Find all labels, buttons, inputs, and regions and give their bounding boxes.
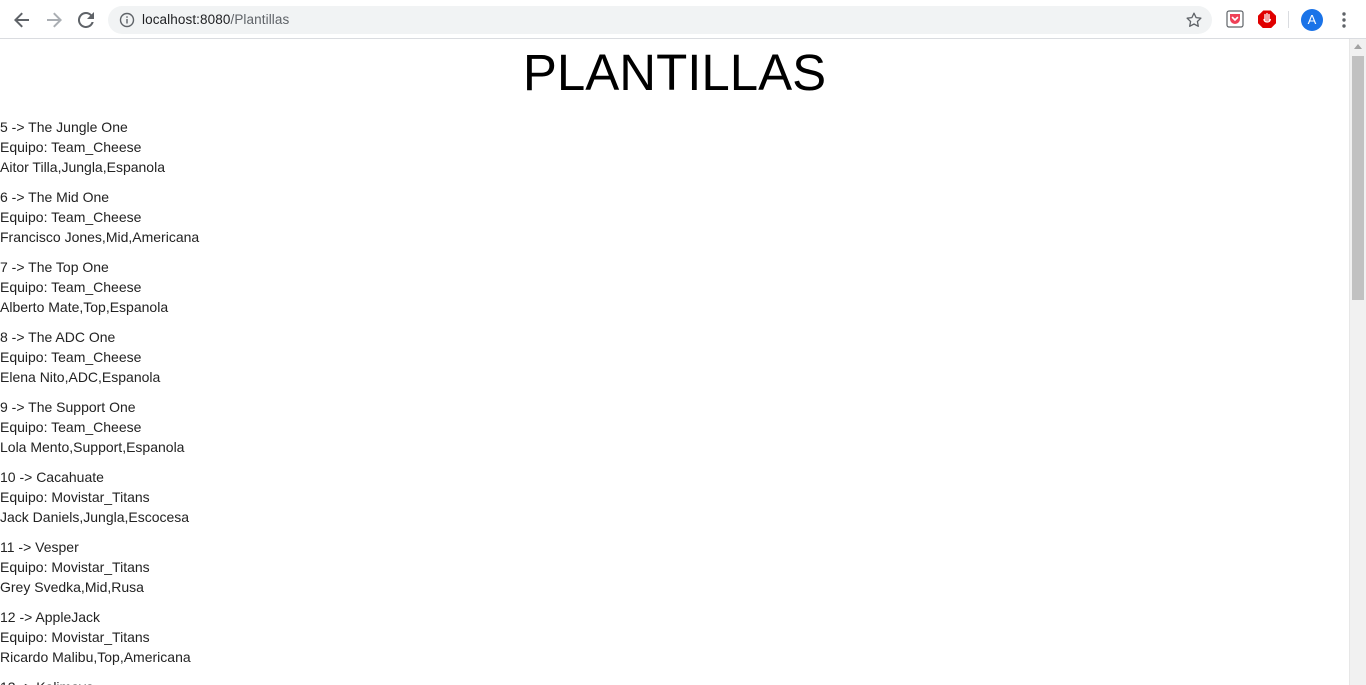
entry-team: Equipo: Team_Cheese	[0, 209, 142, 225]
entry-header: 11 -> Vesper	[0, 539, 79, 555]
reload-button[interactable]	[74, 8, 98, 32]
entry-player: Francisco Jones,Mid,Americana	[0, 229, 200, 245]
entry-header: 10 -> Cacahuate	[0, 469, 104, 485]
roster-entry: 9 -> The Support One Equipo: Team_Cheese L…	[0, 397, 600, 457]
entry-player: Elena Nito,ADC,Espanola	[0, 369, 161, 385]
entry-team: Equipo: Team_Cheese	[0, 279, 142, 295]
roster-entry: 8 -> The ADC One Equipo: Team_Cheese Elena…	[0, 327, 600, 387]
entry-team: Equipo: Movistar_Titans	[0, 489, 150, 505]
back-button[interactable]	[10, 8, 34, 32]
entry-team: Equipo: Team_Cheese	[0, 419, 142, 435]
roster-entry: 12 -> AppleJack Equipo: Movistar_Titans Ri…	[0, 607, 600, 667]
entry-header: 9 -> The Support One	[0, 399, 136, 415]
roster-entry: 10 -> Cacahuate Equipo: Movistar_Titans Ja…	[0, 467, 600, 527]
profile-avatar[interactable]: A	[1301, 9, 1323, 31]
arrow-right-icon	[47, 12, 62, 28]
entry-header: 13 -> Kalimaya	[0, 677, 600, 685]
browser-toolbar: localhost:8080/Plantillas A	[0, 0, 1366, 39]
entry-header: 8 -> The ADC One	[0, 329, 116, 345]
roster-entry: 7 -> The Top One Equipo: Team_Cheese Alber…	[0, 257, 600, 317]
more-vert-icon[interactable]	[1336, 10, 1352, 30]
roster-entry: 11 -> Vesper Equipo: Movistar_Titans Grey …	[0, 537, 600, 597]
roster-entry: 5 -> The Jungle One Equipo: Team_Cheese Ai…	[0, 117, 600, 177]
info-icon[interactable]	[119, 12, 135, 28]
entry-header: 5 -> The Jungle One	[0, 119, 128, 135]
entry-header: 12 -> AppleJack	[0, 609, 101, 625]
star-icon[interactable]	[1186, 12, 1202, 28]
page-title: PLANTILLAS	[522, 44, 827, 101]
entry-team: Equipo: Team_Cheese	[0, 139, 142, 155]
adblock-extension-icon[interactable]	[1258, 10, 1276, 28]
vertical-scrollbar[interactable]	[1349, 39, 1366, 685]
roster-list: 5 -> The Jungle One Equipo: Team_Cheese Ai…	[0, 117, 600, 685]
roster-entry: 6 -> The Mid One Equipo: Team_Cheese Franc…	[0, 187, 600, 247]
entry-player: Aitor Tilla,Jungla,Espanola	[0, 159, 165, 175]
roster-entry: 13 -> Kalimaya	[0, 677, 600, 685]
entry-team: Equipo: Movistar_Titans	[0, 629, 150, 645]
entry-player: Ricardo Malibu,Top,Americana	[0, 649, 191, 665]
entry-header: 7 -> The Top One	[0, 259, 109, 275]
entry-team: Equipo: Movistar_Titans	[0, 559, 150, 575]
reload-icon	[78, 12, 94, 28]
entry-player: Grey Svedka,Mid,Rusa	[0, 579, 144, 595]
arrow-left-icon	[14, 12, 29, 28]
toolbar-divider	[1288, 11, 1289, 28]
scrollbar-thumb[interactable]	[1352, 56, 1364, 300]
forward-button[interactable]	[42, 8, 66, 32]
entry-header: 6 -> The Mid One	[0, 189, 110, 205]
address-bar[interactable]: localhost:8080/Plantillas	[108, 6, 1212, 34]
url-host: localhost:8080	[142, 12, 231, 27]
entry-player: Alberto Mate,Top,Espanola	[0, 299, 169, 315]
pocket-extension-icon[interactable]	[1226, 10, 1244, 28]
url-path: /Plantillas	[230, 12, 290, 27]
entry-player: Lola Mento,Support,Espanola	[0, 439, 185, 455]
scroll-up-arrow-icon[interactable]	[1354, 44, 1362, 49]
url-text[interactable]: localhost:8080/Plantillas	[142, 6, 289, 34]
entry-team: Equipo: Team_Cheese	[0, 349, 142, 365]
entry-player: Jack Daniels,Jungla,Escocesa	[0, 509, 190, 525]
page-content: PLANTILLAS 5 -> The Jungle One Equipo: Te…	[0, 39, 1349, 685]
